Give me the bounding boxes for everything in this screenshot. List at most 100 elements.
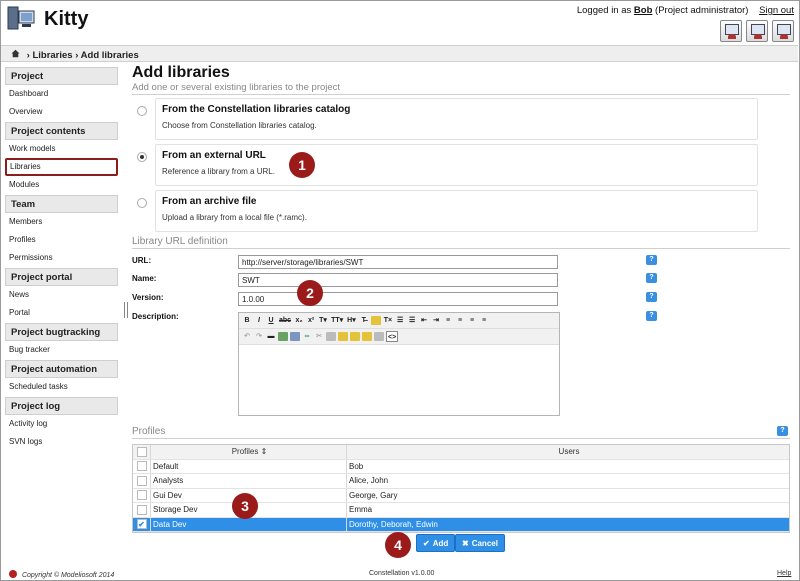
workspace-icon[interactable] — [720, 20, 742, 42]
sidebar-item-libraries[interactable]: Libraries — [5, 158, 118, 176]
sidebar-item-activity-log[interactable]: Activity log — [5, 415, 118, 433]
version-help-icon[interactable]: ? — [646, 292, 657, 302]
indent-icon[interactable]: ⇥ — [431, 315, 441, 326]
sidebar-splitter-handle[interactable] — [124, 302, 128, 318]
option-catalog[interactable]: From the Constellation libraries catalog… — [132, 98, 790, 140]
profile-cell: Default — [151, 459, 347, 473]
bullet-list-icon[interactable]: ☰ — [395, 315, 405, 326]
breadcrumb-path[interactable]: › Libraries › Add libraries — [27, 50, 139, 61]
column-header-profiles[interactable]: Profiles ⇕ — [151, 445, 347, 459]
paste-text-icon[interactable] — [350, 332, 360, 341]
profiles-section-title: Profiles — [132, 426, 790, 439]
font-family-icon[interactable]: TT▾ — [330, 315, 344, 326]
footer-help-link[interactable]: Help — [777, 570, 791, 577]
option-catalog-card[interactable]: From the Constellation libraries catalog… — [155, 98, 758, 140]
strikethrough-icon[interactable]: abc — [278, 315, 292, 326]
paste-word-icon[interactable] — [362, 332, 372, 341]
sidebar-item-bug-tracker[interactable]: Bug tracker — [5, 341, 118, 359]
table-row-selected[interactable]: ✔ Data Dev Dorothy, Deborah, Edwin — [133, 517, 789, 532]
url-help-icon[interactable]: ? — [646, 255, 657, 265]
user-admin-icon[interactable] — [746, 20, 768, 42]
user-name-link[interactable]: Bob — [634, 5, 652, 16]
home-icon[interactable] — [11, 49, 21, 61]
outdent-icon[interactable]: ⇤ — [419, 315, 429, 326]
subscript-icon[interactable]: x₂ — [294, 315, 304, 326]
print-icon[interactable] — [374, 332, 384, 341]
highlight-icon[interactable] — [370, 316, 381, 325]
sidebar-item-permissions[interactable]: Permissions — [5, 249, 118, 267]
option-catalog-radio[interactable] — [137, 106, 147, 116]
image-icon[interactable] — [278, 332, 288, 341]
numbered-list-icon[interactable]: ☰ — [407, 315, 417, 326]
row-checkbox-cell[interactable]: ✔ — [133, 517, 151, 531]
align-center-icon[interactable]: ≡ — [455, 315, 465, 326]
undo-icon[interactable]: ↶ — [242, 331, 252, 342]
sign-out-link[interactable]: Sign out — [759, 5, 794, 16]
server-admin-icon[interactable] — [772, 20, 794, 42]
option-archive-file-card[interactable]: From an archive file Upload a library fr… — [155, 190, 758, 232]
font-size-icon[interactable]: T▾ — [318, 315, 328, 326]
row-checkbox[interactable] — [136, 504, 147, 515]
option-external-url-radio[interactable] — [137, 152, 147, 162]
description-help-icon[interactable]: ? — [646, 311, 657, 321]
option-external-url-card[interactable]: From an external URL Reference a library… — [155, 144, 758, 186]
row-checkbox[interactable] — [136, 461, 147, 472]
paste-icon[interactable] — [338, 332, 348, 341]
row-checkbox-cell[interactable] — [133, 474, 151, 488]
option-archive-file-radio[interactable] — [137, 198, 147, 208]
sidebar-section-project-contents: Project contents — [5, 122, 118, 140]
name-input[interactable] — [238, 273, 558, 287]
profiles-help-icon[interactable]: ? — [777, 426, 788, 436]
select-all-checkbox[interactable] — [136, 446, 147, 457]
sidebar-item-scheduled-tasks[interactable]: Scheduled tasks — [5, 378, 118, 396]
option-archive-file[interactable]: From an archive file Upload a library fr… — [132, 190, 790, 232]
add-button[interactable]: ✔ Add — [416, 534, 456, 552]
superscript-icon[interactable]: x² — [306, 315, 316, 326]
option-archive-file-desc: Upload a library from a local file (*.ra… — [162, 213, 307, 222]
version-input[interactable] — [238, 292, 558, 306]
row-checkbox-cell[interactable] — [133, 503, 151, 517]
italic-icon[interactable]: I — [254, 315, 264, 326]
redo-icon[interactable]: ↷ — [254, 331, 264, 342]
cancel-button[interactable]: ✖ Cancel — [455, 534, 505, 552]
sidebar-item-dashboard[interactable]: Dashboard — [5, 85, 118, 103]
cut-icon[interactable]: ✂ — [314, 331, 324, 342]
clear-format-icon[interactable]: T̶ — [359, 315, 369, 326]
table-row[interactable]: Default Bob — [133, 459, 789, 474]
heading-icon[interactable]: H▾ — [346, 315, 357, 326]
url-input[interactable] — [238, 255, 558, 269]
select-all-cell[interactable] — [133, 445, 151, 459]
source-code-icon[interactable]: <> — [386, 331, 399, 342]
sidebar-item-work-models[interactable]: Work models — [5, 140, 118, 158]
description-editor[interactable]: B I U abc x₂ x² T▾ TT▾ H▾ T̶ T× ☰ ☰ ⇤ ⇥ … — [238, 312, 560, 416]
sidebar-item-profiles[interactable]: Profiles — [5, 231, 118, 249]
table-row[interactable]: Gui Dev George, Gary — [133, 488, 789, 503]
row-checkbox[interactable] — [136, 475, 147, 486]
row-checkbox-checked[interactable]: ✔ — [136, 519, 147, 530]
sidebar-item-svn-logs[interactable]: SVN logs — [5, 433, 118, 451]
breadcrumb: › Libraries › Add libraries — [1, 45, 798, 62]
sidebar-item-overview[interactable]: Overview — [5, 103, 118, 121]
table-icon[interactable] — [290, 332, 300, 341]
name-help-icon[interactable]: ? — [646, 273, 657, 283]
align-justify-icon[interactable]: ≡ — [479, 315, 489, 326]
sidebar-item-portal[interactable]: Portal — [5, 304, 118, 322]
sidebar-item-modules[interactable]: Modules — [5, 176, 118, 194]
sidebar-item-members[interactable]: Members — [5, 213, 118, 231]
option-catalog-desc: Choose from Constellation libraries cata… — [162, 121, 317, 130]
align-left-icon[interactable]: ≡ — [443, 315, 453, 326]
link-icon[interactable]: ∞ — [302, 331, 312, 342]
row-checkbox-cell[interactable] — [133, 488, 151, 502]
bold-icon[interactable]: B — [242, 315, 252, 326]
sidebar-section-project: Project — [5, 67, 118, 85]
horizontal-rule-icon[interactable]: ▬ — [266, 331, 276, 342]
copy-icon[interactable] — [326, 332, 336, 341]
sidebar-item-news[interactable]: News — [5, 286, 118, 304]
align-right-icon[interactable]: ≡ — [467, 315, 477, 326]
row-checkbox-cell[interactable] — [133, 459, 151, 473]
remove-format-icon[interactable]: T× — [383, 315, 393, 326]
underline-icon[interactable]: U — [266, 315, 276, 326]
row-checkbox[interactable] — [136, 490, 147, 501]
table-row[interactable]: Analysts Alice, John — [133, 474, 789, 489]
option-external-url[interactable]: From an external URL Reference a library… — [132, 144, 790, 186]
